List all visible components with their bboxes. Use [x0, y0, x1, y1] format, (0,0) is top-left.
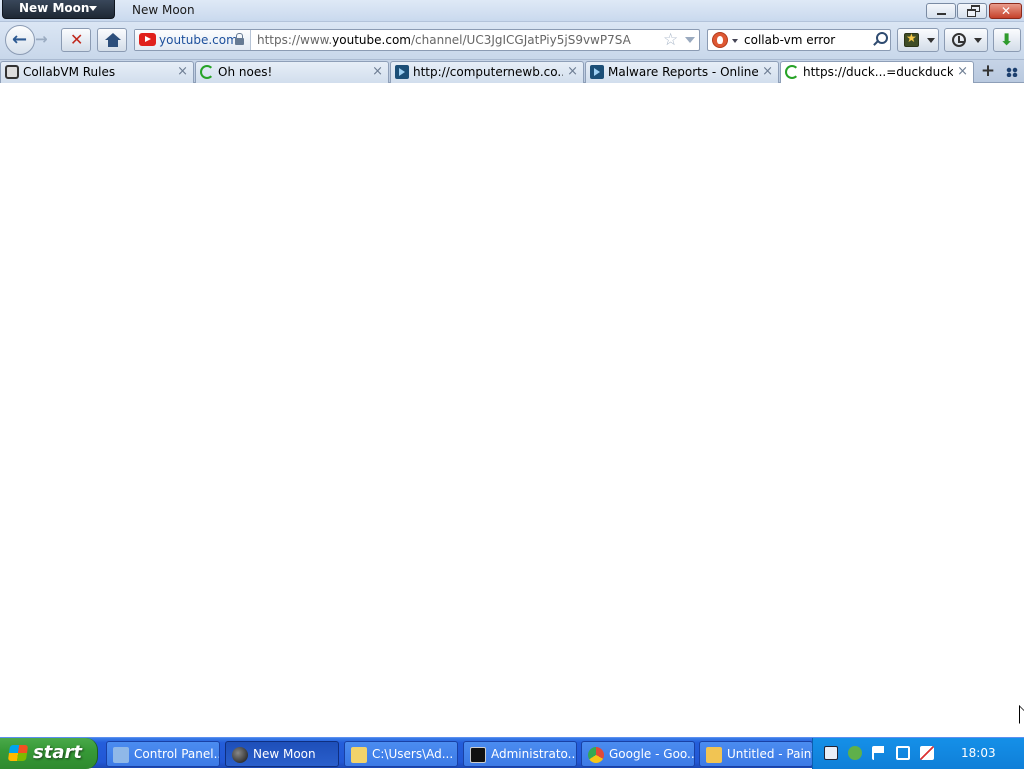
- taskbar-item-label: Google - Goo...: [609, 747, 695, 761]
- url-host: youtube.com: [332, 33, 411, 47]
- site-identity-label: youtube.com: [159, 33, 238, 47]
- forward-arrow-icon: →: [35, 30, 48, 48]
- tab-close-icon[interactable]: ×: [762, 64, 773, 79]
- puzzle-icon: [5, 65, 19, 79]
- tab-label: https://duck...=duckduck_in: [803, 65, 953, 79]
- folder-icon: [351, 747, 367, 763]
- tab[interactable]: Oh noes! ×: [195, 61, 389, 83]
- download-arrow-icon: ⬇: [1000, 30, 1014, 49]
- tab-label: Malware Reports - Online ...: [608, 65, 758, 79]
- search-bar[interactable]: [707, 29, 891, 51]
- security-shield-icon[interactable]: [848, 746, 862, 760]
- stop-icon: ✕: [70, 30, 84, 49]
- site-identity-button[interactable]: youtube.com: [135, 30, 251, 50]
- new-tab-button[interactable]: +: [977, 62, 999, 82]
- search-input[interactable]: [744, 33, 869, 47]
- tab-close-icon[interactable]: ×: [567, 64, 578, 79]
- url-path: /channel/UC3JgICGJatPiy5jS9vwP7SA: [410, 33, 631, 47]
- tab-close-icon[interactable]: ×: [177, 64, 188, 79]
- command-prompt-icon: [470, 747, 486, 763]
- tab-label: CollabVM Rules: [23, 65, 116, 79]
- clock-icon: [952, 33, 966, 47]
- action-center-flag-icon[interactable]: [872, 746, 886, 760]
- taskbar-item-google-chrome[interactable]: Google - Goo...: [581, 741, 695, 767]
- taskbar-item-label: Untitled - Paint: [727, 747, 813, 761]
- chevron-down-icon: [974, 38, 982, 43]
- address-bar[interactable]: youtube.com https://www.youtube.com/chan…: [134, 29, 700, 51]
- search-icon[interactable]: [873, 32, 888, 46]
- document-icon[interactable]: [824, 746, 838, 760]
- url-prefix: https://www.: [257, 33, 333, 47]
- home-icon-body: [108, 40, 118, 47]
- taskbar-item-label: Administrato...: [491, 747, 577, 761]
- taskbar-item-paint[interactable]: Untitled - Paint: [699, 741, 813, 767]
- taskbar-item-new-moon[interactable]: New Moon: [225, 741, 339, 767]
- volume-muted-icon[interactable]: [920, 746, 934, 760]
- network-icon[interactable]: [896, 746, 910, 760]
- bookmarks-menu-button[interactable]: [897, 28, 939, 52]
- taskbar-item-command-prompt[interactable]: Administrato...: [463, 741, 577, 767]
- search-engine-dropdown-icon[interactable]: [732, 39, 738, 43]
- tab-close-icon[interactable]: ×: [372, 64, 383, 79]
- taskbar-item-folder[interactable]: C:\Users\Ad...: [344, 741, 458, 767]
- restore-icon-front: [967, 9, 976, 17]
- tab-label: Oh noes!: [218, 65, 273, 79]
- back-button[interactable]: ←: [5, 25, 35, 55]
- title-bar: New Moon New Moon ✕: [0, 0, 1024, 22]
- chevron-down-icon: [89, 6, 97, 11]
- url-text[interactable]: https://www.youtube.com/channel/UC3JgICG…: [257, 33, 657, 47]
- taskbar: start Control Panel... New Moon C:\Users…: [0, 737, 1024, 769]
- chrome-icon: [588, 747, 604, 763]
- taskbar-item-control-panel[interactable]: Control Panel...: [106, 741, 220, 767]
- taskbar-item-label: C:\Users\Ad...: [372, 747, 454, 761]
- url-dropdown-icon[interactable]: [685, 37, 695, 43]
- minimize-icon: [937, 13, 946, 15]
- windows-logo-icon: [7, 745, 29, 761]
- stop-button[interactable]: ✕: [61, 28, 91, 52]
- close-window-button[interactable]: ✕: [989, 3, 1022, 19]
- tab[interactable]: Malware Reports - Online ... ×: [585, 61, 779, 83]
- navigation-toolbar: ← → ✕ youtube.com https://www.youtube.co…: [0, 22, 1024, 60]
- tab[interactable]: CollabVM Rules ×: [0, 61, 194, 83]
- taskbar-item-label: New Moon: [253, 747, 316, 761]
- history-menu-button[interactable]: [944, 28, 988, 52]
- tab[interactable]: http://computernewb.co... ×: [390, 61, 584, 83]
- home-icon: [105, 33, 121, 40]
- bookmark-star-icon[interactable]: ☆: [663, 30, 678, 50]
- downloads-button[interactable]: ⬇: [993, 28, 1021, 52]
- control-panel-icon: [113, 747, 129, 763]
- window-title: New Moon: [132, 3, 195, 17]
- youtube-icon: [139, 33, 156, 46]
- tab-close-icon[interactable]: ×: [957, 64, 968, 79]
- app-menu-label: New Moon: [19, 1, 90, 15]
- start-label: start: [33, 742, 82, 763]
- video-player-icon: [590, 65, 604, 79]
- tab-strip: CollabVM Rules × Oh noes! × http://compu…: [0, 60, 1024, 84]
- chevron-down-icon: [927, 38, 935, 43]
- list-all-tabs-icon[interactable]: [1006, 67, 1018, 77]
- page-content[interactable]: [0, 83, 1024, 737]
- lock-icon: [235, 33, 244, 45]
- home-button[interactable]: [97, 28, 127, 52]
- system-tray: 18:03: [812, 738, 1024, 769]
- duckduckgo-icon[interactable]: [712, 32, 728, 48]
- back-arrow-icon: ←: [12, 29, 28, 50]
- video-player-icon: [395, 65, 409, 79]
- tab-label: http://computernewb.co...: [413, 65, 563, 79]
- forward-button[interactable]: →: [35, 30, 57, 50]
- minimize-button[interactable]: [926, 3, 956, 19]
- start-button[interactable]: start: [0, 738, 98, 769]
- tab-active[interactable]: https://duck...=duckduck_in ×: [780, 61, 974, 84]
- paint-icon: [706, 747, 722, 763]
- app-menu-button[interactable]: New Moon: [2, 0, 115, 19]
- clock[interactable]: 18:03: [961, 746, 996, 760]
- bookmarks-icon: [904, 31, 919, 47]
- restore-button[interactable]: [957, 3, 987, 19]
- taskbar-item-label: Control Panel...: [134, 747, 220, 761]
- loading-throbber-icon: [200, 65, 214, 79]
- new-moon-icon: [232, 747, 248, 763]
- loading-throbber-icon: [785, 65, 799, 79]
- close-icon: ✕: [1001, 4, 1012, 18]
